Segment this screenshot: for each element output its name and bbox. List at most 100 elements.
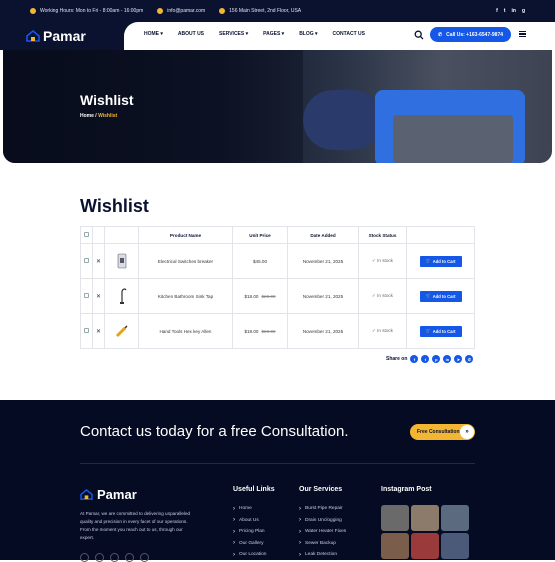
col-date-added: Date Added [287,226,359,244]
services-title: Our Services [299,486,343,493]
working-hours: Working Hours: Mon to Fri - 8:00am - 16:… [30,8,143,14]
date-added: November 21, 2025 [287,243,359,279]
twitter-icon[interactable]: t [504,8,506,14]
useful-links-list: Home About Us Pricing Plan Our Gallery O… [233,503,266,561]
remove-icon[interactable]: ✕ [96,259,101,265]
product-name[interactable]: Kitchen Bathroom Sink Tap [138,278,233,314]
footer-logo-text: Pamar [97,487,137,502]
mail-icon [157,8,164,14]
service-water-heater[interactable]: Water Heater Fixes [299,526,346,538]
instagram-photo[interactable] [441,533,469,559]
breadcrumb-home[interactable]: Home [80,113,94,119]
service-sewer[interactable]: Sewer Backup [299,538,346,550]
instagram-photo[interactable] [411,505,439,531]
remove-icon[interactable]: ✕ [96,329,101,335]
tap-product-image[interactable] [115,287,129,305]
col-unit-price: Unit Price [232,226,288,244]
instagram-icon[interactable] [140,553,149,562]
breaker-product-image[interactable] [115,252,129,270]
instagram-photo[interactable] [441,505,469,531]
menu-pages[interactable]: PAGES ▾ [263,31,284,37]
share-bar: Share on f t p in ➤ ✆ [386,355,474,363]
table-row: ✕ Electrical Switches breaker $45.00 Nov… [80,243,475,279]
instagram-title: Instagram Post [381,486,432,493]
instagram-photo[interactable] [381,533,409,559]
email-link[interactable]: info@pamar.com [157,8,205,14]
service-burst-pipe[interactable]: Burst Pipe Repair [299,503,346,515]
search-icon[interactable] [414,30,424,40]
phone-icon: ✆ [437,31,443,38]
location-icon [219,8,226,14]
hero-image-arm [303,90,383,150]
instagram-photo[interactable] [381,505,409,531]
footer-social [80,553,149,562]
menu-services[interactable]: SERVICES ▾ [219,31,248,37]
hamburger-menu-icon[interactable] [519,31,526,37]
row-checkbox[interactable] [84,258,89,263]
row-checkbox[interactable] [84,293,89,298]
hero-image-toolbox-base [393,115,513,163]
row-checkbox[interactable] [84,328,89,333]
facebook-icon[interactable]: f [496,8,498,14]
google-icon[interactable]: g [522,8,525,14]
share-label: Share on [386,356,408,362]
footer-logo[interactable]: Pamar [80,487,137,502]
menu-contact[interactable]: CONTACT US [333,31,365,37]
stock-status: ✓ In stock [358,243,407,279]
remove-col-header [92,226,105,244]
service-leak[interactable]: Leak Detection [299,549,346,561]
stock-status: ✓ In stock [358,278,407,314]
linkedin-icon[interactable]: in [443,355,452,363]
linkedin-icon[interactable] [125,553,134,562]
menu-about[interactable]: ABOUT US [178,31,204,37]
link-gallery[interactable]: Our Gallery [233,538,266,550]
cta-text: Contact us today for a free Consultation… [80,423,349,440]
product-name[interactable]: Hand Tools Hex key Allen [138,313,233,349]
services-list: Burst Pipe Repair Drain Unclogging Water… [299,503,346,561]
unit-price: $18.00 $20.00 [232,278,288,314]
link-pricing[interactable]: Pricing Plan [233,526,266,538]
footer-divider [80,463,475,464]
working-hours-text: Working Hours: Mon to Fri - 8:00am - 16:… [40,8,144,14]
unit-price: $18.00 $20.00 [232,313,288,349]
product-name[interactable]: Electrical Switches breaker [138,243,233,279]
remove-icon[interactable]: ✕ [96,294,101,300]
footer-description: At Pamar, we are committed to delivering… [80,511,191,540]
add-to-cart-button[interactable]: 🛒 Add to Cart [419,325,462,337]
menu-home[interactable]: HOME ▾ [144,31,163,37]
pinterest-icon[interactable]: p [432,355,441,363]
cart-icon: 🛒 [425,258,431,263]
thumb-col-header [104,226,139,244]
menu-blog[interactable]: BLOG ▾ [299,31,317,37]
hex-key-product-image[interactable] [115,322,129,340]
instagram-photo[interactable] [411,533,439,559]
add-to-cart-button[interactable]: 🛒 Add to Cart [419,255,462,267]
linkedin-icon[interactable]: in [511,8,515,14]
service-drain[interactable]: Drain Unclogging [299,515,346,527]
telegram-icon[interactable]: ➤ [454,355,463,363]
free-consultation-button[interactable]: Free Consultation» [410,424,475,440]
add-to-cart-button[interactable]: 🛒 Add to Cart [419,290,462,302]
wishlist-heading: Wishlist [80,196,149,216]
youtube-icon[interactable] [110,553,119,562]
link-home[interactable]: Home [233,503,266,515]
twitter-icon[interactable]: t [421,355,430,363]
select-all-cell [80,226,93,244]
main-menu: HOME ▾ ABOUT US SERVICES ▾ PAGES ▾ BLOG … [144,31,380,37]
facebook-icon[interactable]: f [410,355,419,363]
breadcrumb: Home / Wishlist [80,113,117,119]
select-all-checkbox[interactable] [84,232,89,237]
whatsapp-icon[interactable]: ✆ [465,355,474,363]
logo-text: Pamar [43,28,86,44]
call-button[interactable]: ✆ Call Us: +163-6547-9874 [430,27,511,42]
useful-links-title: Useful Links [233,486,275,493]
cart-icon: 🛒 [425,328,431,333]
link-about[interactable]: About Us [233,515,266,527]
link-location[interactable]: Our Location [233,549,266,561]
facebook-icon[interactable] [80,553,89,562]
hero-overlay [3,50,303,163]
site-logo[interactable]: Pamar [26,28,86,44]
clock-icon [30,8,36,14]
house-logo-icon [80,489,93,500]
twitter-icon[interactable] [95,553,104,562]
